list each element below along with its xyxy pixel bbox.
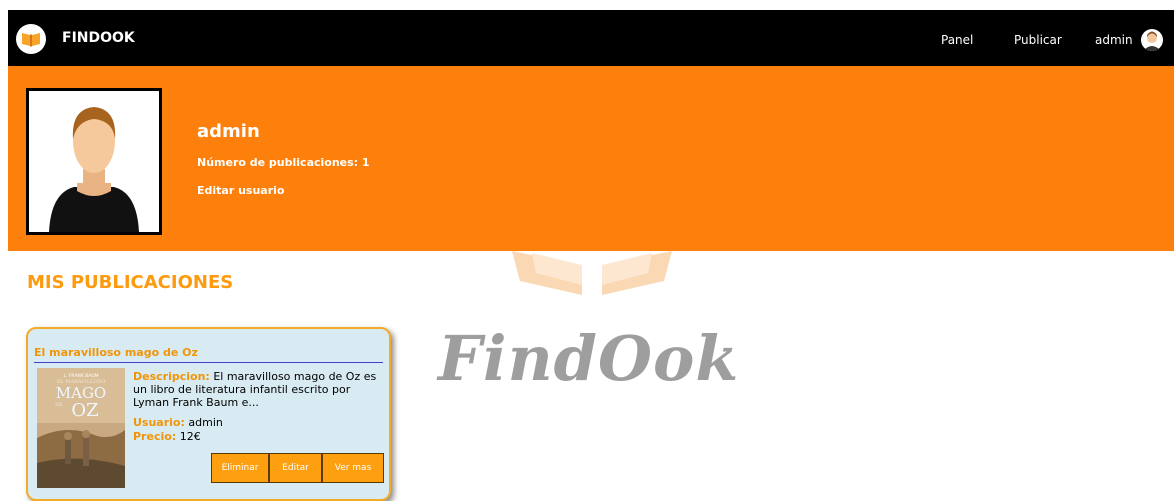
watermark-book-icon bbox=[512, 251, 672, 295]
view-more-button[interactable]: Ver mas bbox=[322, 453, 384, 483]
watermark-logo-text: FindOok bbox=[438, 322, 740, 395]
publication-card: El maravilloso mago de Oz L. FRANK BAUM … bbox=[26, 327, 391, 501]
publication-description: Descripcion: El maravilloso mago de Oz e… bbox=[133, 370, 378, 409]
nav-publish-link[interactable]: Publicar bbox=[1014, 33, 1062, 47]
user-avatar-icon[interactable] bbox=[1141, 29, 1163, 51]
nav-panel-link[interactable]: Panel bbox=[941, 33, 973, 47]
edit-button[interactable]: Editar bbox=[269, 453, 322, 483]
user-value: admin bbox=[188, 416, 223, 429]
profile-username: admin bbox=[197, 121, 260, 142]
price-value: 12€ bbox=[179, 430, 201, 443]
profile-header: admin Número de publicaciones: 1 Editar … bbox=[8, 66, 1174, 251]
publication-user: Usuario: admin bbox=[133, 416, 223, 429]
publications-count: Número de publicaciones: 1 bbox=[197, 156, 370, 169]
publication-price: Precio: 12€ bbox=[133, 430, 201, 443]
book-cover-image: L. FRANK BAUM EL MARAVILLOSO MAGO DE OZ bbox=[37, 368, 125, 488]
cover-title-line3: DE bbox=[55, 402, 63, 408]
price-label: Precio: bbox=[133, 430, 177, 443]
delete-button[interactable]: Eliminar bbox=[211, 453, 269, 483]
book-logo-icon[interactable] bbox=[16, 24, 46, 54]
nav-user-link[interactable]: admin bbox=[1095, 33, 1133, 47]
user-label: Usuario: bbox=[133, 416, 185, 429]
cover-title-line4: OZ bbox=[71, 400, 98, 421]
brand-name[interactable]: FINDOOK bbox=[62, 30, 135, 46]
top-navbar: FINDOOK Panel Publicar admin bbox=[8, 10, 1174, 66]
person-silhouette-icon bbox=[49, 107, 139, 232]
profile-avatar bbox=[26, 88, 162, 235]
description-label: Descripcion: bbox=[133, 370, 210, 383]
my-publications-title: MIS PUBLICACIONES bbox=[27, 272, 234, 293]
edit-user-link[interactable]: Editar usuario bbox=[197, 184, 284, 197]
title-divider bbox=[34, 362, 383, 363]
publication-title[interactable]: El maravilloso mago de Oz bbox=[34, 346, 198, 359]
